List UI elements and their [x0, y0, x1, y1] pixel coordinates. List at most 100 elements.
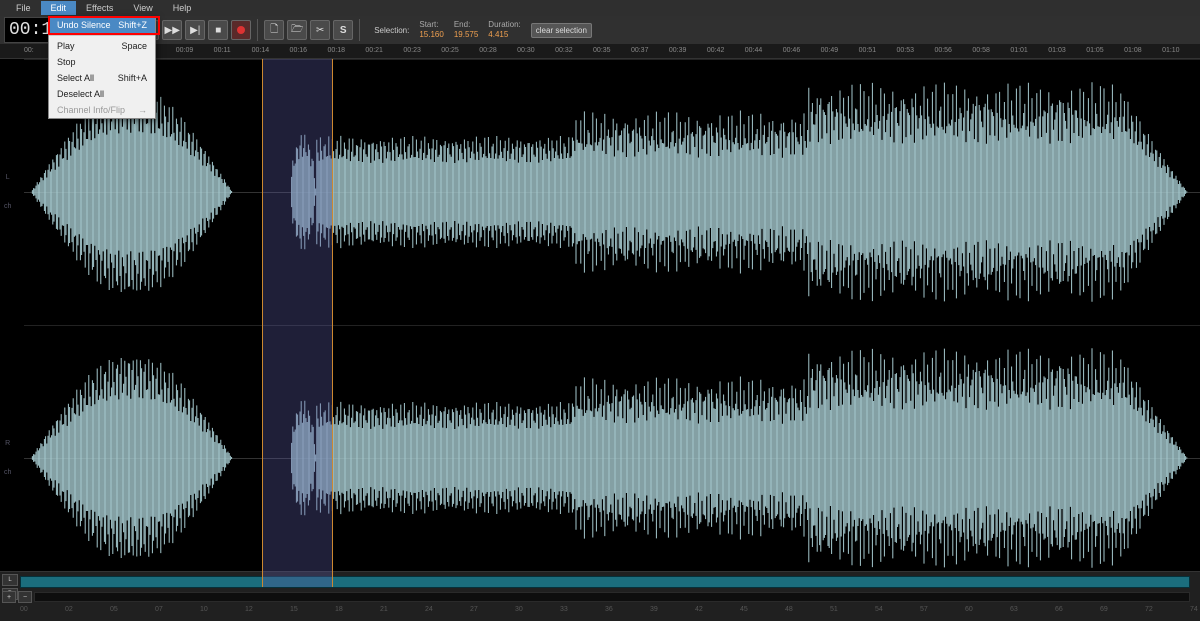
ruler-tick: 00:18	[327, 47, 345, 54]
bottom-panel: LR +− 0002050710121518212427303336394245…	[0, 571, 1200, 621]
channel-toggle-l[interactable]: L	[2, 574, 18, 586]
zoom-slider[interactable]	[34, 592, 1190, 602]
record-icon	[237, 26, 245, 34]
new-icon: 🗋	[270, 22, 278, 39]
cut-icon: ✂	[316, 25, 324, 36]
bottom-tick: 45	[740, 606, 748, 613]
channel-label-right: Rch	[4, 440, 11, 476]
ruler-tick: 00:49	[821, 47, 839, 54]
bottom-tick: 60	[965, 606, 973, 613]
ruler-tick: 00:16	[290, 47, 308, 54]
bottom-ruler: 0002050710121518212427303336394245485154…	[20, 606, 1190, 618]
menu-item-stop[interactable]: Stop	[49, 54, 155, 70]
ruler-tick: 00:21	[365, 47, 383, 54]
fast-forward-icon: ▶▶	[165, 25, 180, 36]
cut-button[interactable]: ✂	[310, 20, 330, 40]
ruler-tick: 00:35	[593, 47, 611, 54]
stop-icon: ■	[215, 25, 221, 36]
ruler-tick: 01:08	[1124, 47, 1142, 54]
divider	[359, 19, 360, 41]
end-label: End:	[454, 20, 470, 30]
ruler-tick: 00:14	[252, 47, 270, 54]
record-button[interactable]	[231, 20, 251, 40]
bottom-tick: 30	[515, 606, 523, 613]
open-icon: 🗁	[291, 22, 303, 39]
waveform-right	[24, 326, 1200, 590]
ruler-tick: 00:51	[859, 47, 877, 54]
menu-item-deselect-all[interactable]: Deselect All	[49, 86, 155, 102]
menu-item-play[interactable]: PlaySpace	[49, 38, 155, 54]
zoom-in-button[interactable]: +	[2, 591, 16, 603]
selection-info: Selection: Start:15.160 End:19.575 Durat…	[374, 20, 592, 40]
ruler-tick: 00:11	[214, 47, 231, 54]
menu-effects[interactable]: Effects	[76, 1, 123, 15]
ruler-tick: 00:	[24, 47, 34, 54]
menu-item-select-all[interactable]: Select AllShift+A	[49, 70, 155, 86]
bottom-tick: 57	[920, 606, 928, 613]
ruler-tick: 00:39	[669, 47, 687, 54]
zoom-out-button[interactable]: −	[18, 591, 32, 603]
overview-scrollbar[interactable]	[20, 576, 1190, 588]
channel-left[interactable]: Lch	[24, 59, 1200, 324]
bottom-tick: 48	[785, 606, 793, 613]
duration-value: 4.415	[488, 30, 508, 40]
edit-menu-dropdown: Undo SilenceShift+Z PlaySpaceStopSelect A…	[48, 16, 156, 119]
bottom-tick: 72	[1145, 606, 1153, 613]
bottom-tick: 51	[830, 606, 838, 613]
menu-item-undo[interactable]: Undo SilenceShift+Z	[49, 17, 155, 33]
play-end-icon: ▶|	[190, 25, 200, 36]
letter-S-icon: S	[340, 25, 347, 36]
menu-file[interactable]: File	[6, 1, 41, 15]
play-end-button[interactable]: ▶|	[185, 20, 205, 40]
ruler-tick: 00:44	[745, 47, 763, 54]
channel-label-left: Lch	[4, 174, 11, 210]
duration-label: Duration:	[488, 20, 520, 30]
clear-selection-button[interactable]: clear selection	[531, 23, 592, 38]
bottom-tick: 54	[875, 606, 883, 613]
ruler-tick: 00:23	[403, 47, 421, 54]
overview-viewport[interactable]	[21, 577, 1189, 587]
bottom-tick: 33	[560, 606, 568, 613]
open-button[interactable]: 🗁	[287, 20, 307, 40]
channel-right[interactable]: Rch	[24, 325, 1200, 590]
bottom-tick: 36	[605, 606, 613, 613]
bottom-tick: 21	[380, 606, 388, 613]
letter-S-button[interactable]: S	[333, 20, 353, 40]
ruler-tick: 00:46	[783, 47, 801, 54]
toolbar: 00:1 ❚❚|◀◀◀▶▶▶▶|■ 🗋🗁✂S Selection: Start:…	[0, 16, 1200, 44]
stop-button[interactable]: ■	[208, 20, 228, 40]
start-value: 15.160	[419, 30, 443, 40]
new-button[interactable]: 🗋	[264, 20, 284, 40]
ruler-tick: 00:37	[631, 47, 649, 54]
bottom-tick: 27	[470, 606, 478, 613]
bottom-tick: 42	[695, 606, 703, 613]
ruler-tick: 01:03	[1048, 47, 1066, 54]
bottom-tick: 15	[290, 606, 298, 613]
bottom-tick: 63	[1010, 606, 1018, 613]
ruler-tick: 00:25	[441, 47, 459, 54]
bottom-tick: 24	[425, 606, 433, 613]
ruler-tick: 00:09	[176, 47, 194, 54]
fast-forward-button[interactable]: ▶▶	[162, 20, 182, 40]
ruler-tick: 00:32	[555, 47, 573, 54]
selection-label: Selection:	[374, 26, 409, 35]
end-value: 19.575	[454, 30, 478, 40]
bottom-tick: 02	[65, 606, 73, 613]
bottom-tick: 12	[245, 606, 253, 613]
menu-item-channel-info-flip: Channel Info/Flip→	[49, 102, 155, 118]
menu-help[interactable]: Help	[163, 1, 202, 15]
ruler-tick: 00:42	[707, 47, 725, 54]
start-label: Start:	[419, 20, 438, 30]
bottom-tick: 10	[200, 606, 208, 613]
ruler-tick: 00:28	[479, 47, 497, 54]
bottom-tick: 07	[155, 606, 163, 613]
waveform-area[interactable]: Lch Rch	[0, 59, 1200, 587]
bottom-tick: 18	[335, 606, 343, 613]
bottom-tick: 66	[1055, 606, 1063, 613]
menubar: FileEditEffectsViewHelp	[0, 0, 1200, 16]
time-ruler[interactable]: 00:00:0200:0400:0700:0900:1100:1400:1600…	[0, 44, 1200, 59]
menu-edit[interactable]: Edit	[41, 1, 77, 15]
ruler-tick: 00:58	[972, 47, 990, 54]
menu-view[interactable]: View	[123, 1, 162, 15]
bottom-tick: 05	[110, 606, 118, 613]
